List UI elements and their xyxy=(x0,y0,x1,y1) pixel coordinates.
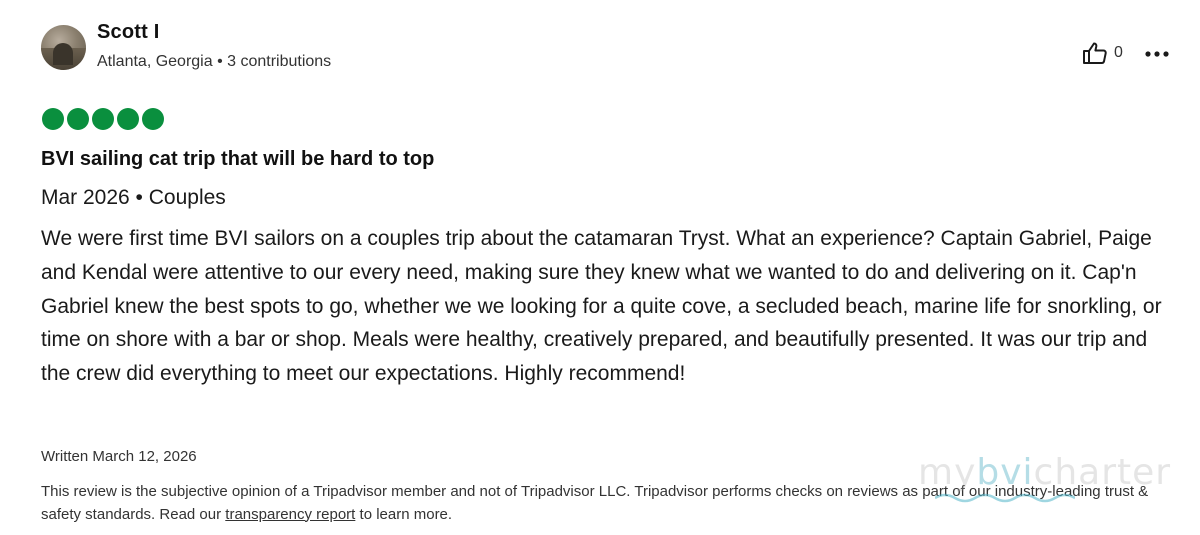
review-disclaimer: This review is the subjective opinion of… xyxy=(41,481,1171,526)
rating-bubbles xyxy=(42,108,164,130)
disclaimer-text-end: to learn more. xyxy=(355,505,453,523)
review-trip-meta: Mar 2026 • Couples xyxy=(41,186,226,209)
helpful-count: 0 xyxy=(1114,44,1123,61)
rating-bubble xyxy=(67,108,89,130)
helpful-vote-button[interactable]: 0 xyxy=(1082,40,1123,66)
thumbs-up-icon xyxy=(1082,41,1108,65)
author-meta: Atlanta, Georgia • 3 contributions xyxy=(97,53,332,70)
review-title[interactable]: BVI sailing cat trip that will be hard t… xyxy=(41,148,434,171)
rating-bubble xyxy=(92,108,114,130)
author-avatar[interactable] xyxy=(41,25,86,70)
more-options-button[interactable] xyxy=(1143,42,1171,64)
rating-bubble xyxy=(142,108,164,130)
review-body: We were first time BVI sailors on a coup… xyxy=(41,227,1162,386)
written-date: Written March 12, 2026 xyxy=(41,448,197,465)
author-name[interactable]: Scott I xyxy=(97,21,160,44)
transparency-report-link[interactable]: transparency report xyxy=(225,506,355,523)
rating-bubble xyxy=(42,108,64,130)
rating-bubble xyxy=(117,108,139,130)
review-card: Scott I Atlanta, Georgia • 3 contributio… xyxy=(0,0,1200,535)
more-horizontal-icon xyxy=(1145,44,1169,62)
disclaimer-text: This review is the subjective opinion of… xyxy=(41,483,1149,523)
